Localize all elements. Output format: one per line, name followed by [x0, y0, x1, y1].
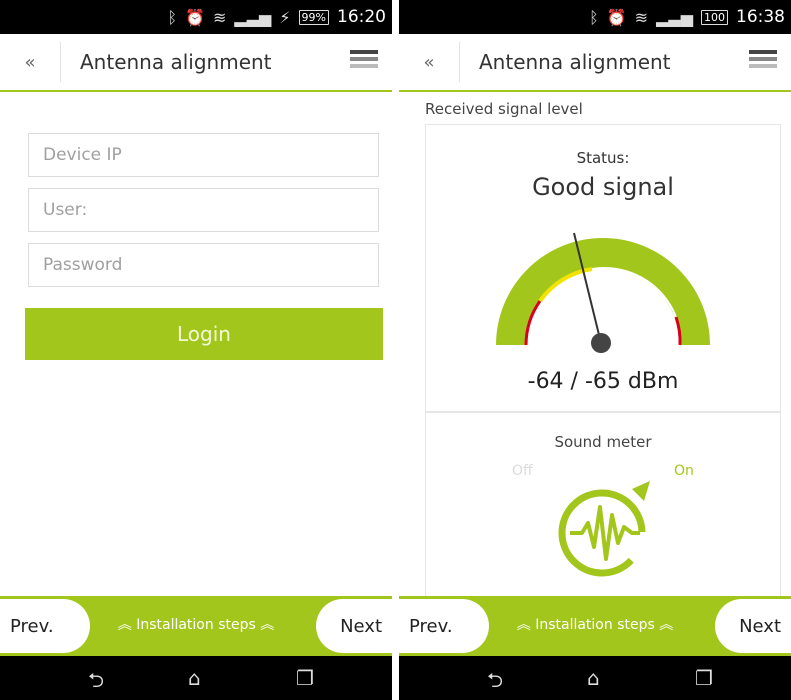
sound-on-toggle[interactable]: On: [674, 463, 694, 479]
battery-level: 99%: [298, 9, 329, 25]
home-icon[interactable]: ⌂: [587, 666, 600, 690]
chevrons-up-icon: ︽: [260, 617, 275, 633]
sound-meter-label: Sound meter: [554, 433, 652, 451]
prev-button[interactable]: Prev.: [399, 599, 489, 653]
status-bar: ᛒ ⏰ ≋ ▂▃▅ 100 16:38: [399, 0, 791, 34]
password-field[interactable]: Password: [28, 243, 379, 287]
alarm-icon: ⏰: [606, 7, 627, 27]
signal-reading: -64 / -65 dBm: [527, 369, 679, 394]
back-button[interactable]: «: [0, 42, 61, 82]
sound-wave: [570, 505, 640, 561]
sound-wave-icon[interactable]: [552, 477, 656, 581]
signal-icon: ▂▃▅: [234, 7, 272, 27]
back-icon[interactable]: ⮌: [88, 666, 104, 700]
wifi-icon: ≋: [634, 7, 649, 27]
device-ip-field[interactable]: Device IP: [28, 133, 379, 177]
sound-arrow: [632, 481, 650, 501]
charging-icon: ⚡: [279, 7, 291, 27]
battery-level: 100: [701, 9, 728, 25]
page-title: Antenna alignment: [479, 50, 671, 74]
back-icon[interactable]: ⮌: [487, 666, 503, 700]
chevrons-up-icon: ︽: [659, 617, 674, 633]
chevrons-up-icon: ︽: [117, 617, 132, 633]
bluetooth-icon: ᛒ: [589, 7, 599, 27]
footer-bar: ︽ Installation steps ︽ Prev. Next: [399, 596, 791, 656]
next-button[interactable]: Next: [316, 599, 392, 653]
sound-off-toggle[interactable]: Off: [512, 463, 533, 479]
screen-divider: [392, 0, 399, 700]
signal-card: Status: Good signal -64 / -65 dBm: [425, 124, 781, 412]
section-label: Received signal level: [425, 100, 583, 118]
system-navbar: ⮌ ⌂ ❐: [399, 656, 791, 700]
back-button[interactable]: «: [399, 42, 460, 82]
left-screen: ᛒ ⏰ ≋ ▂▃▅ ⚡ 99% 16:20 « Antenna alignmen…: [0, 0, 392, 700]
app-header: « Antenna alignment: [0, 34, 392, 92]
next-button[interactable]: Next: [715, 599, 791, 653]
installation-steps-label: Installation steps: [535, 617, 655, 633]
menu-icon[interactable]: [350, 50, 378, 71]
alarm-icon: ⏰: [185, 7, 205, 27]
recents-icon[interactable]: ❐: [296, 666, 314, 690]
installation-steps-label: Installation steps: [136, 617, 256, 633]
signal-gauge: [496, 232, 710, 353]
status-bar: ᛒ ⏰ ≋ ▂▃▅ ⚡ 99% 16:20: [0, 0, 392, 34]
signal-icon: ▂▃▅: [656, 7, 693, 27]
clock: 16:38: [736, 7, 785, 27]
wifi-icon: ≋: [212, 7, 227, 27]
chevrons-up-icon: ︽: [516, 617, 531, 633]
home-icon[interactable]: ⌂: [188, 666, 201, 690]
user-field[interactable]: User:: [28, 188, 379, 232]
status-value: Good signal: [532, 173, 674, 201]
footer-bar: ︽ Installation steps ︽ Prev. Next: [0, 596, 392, 656]
bluetooth-icon: ᛒ: [167, 7, 178, 27]
app-header: « Antenna alignment: [399, 34, 791, 92]
right-screen: ᛒ ⏰ ≋ ▂▃▅ 100 16:38 « Antenna alignment …: [399, 0, 791, 700]
clock: 16:20: [337, 7, 386, 27]
prev-button[interactable]: Prev.: [0, 599, 90, 653]
needle-pivot: [591, 333, 611, 353]
menu-icon[interactable]: [749, 50, 777, 71]
login-button[interactable]: Login: [25, 308, 383, 360]
system-navbar: ⮌ ⌂ ❐: [0, 656, 392, 700]
recents-icon[interactable]: ❐: [695, 666, 713, 690]
sound-card: Sound meter Off On: [425, 412, 781, 602]
status-label: Status:: [576, 149, 630, 167]
page-title: Antenna alignment: [80, 50, 272, 74]
